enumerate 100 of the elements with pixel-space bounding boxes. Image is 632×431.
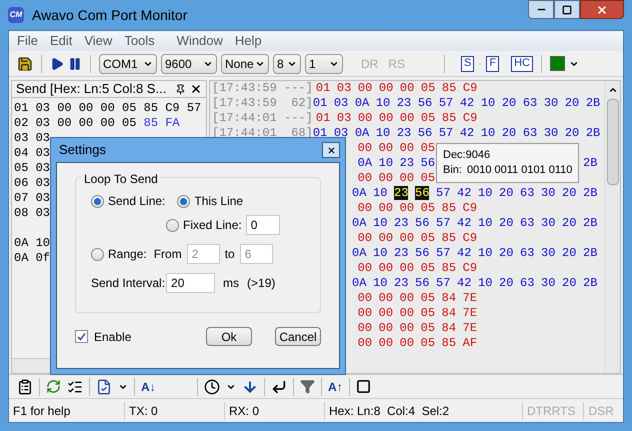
- refresh-icon[interactable]: [46, 379, 61, 394]
- hex-byte: 03: [334, 126, 348, 140]
- hex-byte: 05: [420, 141, 436, 155]
- hex-byte: 56: [415, 216, 430, 230]
- hex-byte: 00: [400, 306, 414, 320]
- range-radio[interactable]: Range:: [91, 245, 147, 263]
- minimize-button[interactable]: [528, 0, 554, 19]
- hex-byte: 57: [436, 186, 450, 200]
- hex-line: 0A 0f: [14, 251, 50, 265]
- fixed-line-radio[interactable]: Fixed Line:: [166, 216, 242, 234]
- settings-dropdown[interactable]: 9600: [161, 54, 217, 74]
- hex-byte: C9: [462, 261, 478, 275]
- menu-item[interactable]: Window: [176, 31, 223, 51]
- hex-byte: 05: [420, 111, 436, 125]
- hex-byte: 7E: [462, 321, 478, 335]
- hex-byte: 20: [562, 186, 576, 200]
- filter-icon[interactable]: [300, 379, 315, 394]
- hex-line: 0A 10: [14, 236, 50, 250]
- clock-icon[interactable]: [204, 378, 220, 394]
- sort-up-button[interactable]: A↑: [328, 378, 343, 396]
- toolbar-button[interactable]: F: [486, 56, 500, 72]
- menu-item[interactable]: View: [84, 31, 112, 51]
- fixed-line-field[interactable]: 0: [246, 215, 280, 235]
- radio-icon[interactable]: [91, 248, 104, 260]
- hex-byte: 0A: [352, 276, 366, 290]
- document-check-icon[interactable]: [96, 378, 112, 394]
- radio-icon[interactable]: [166, 218, 179, 232]
- hex-byte: 00: [400, 291, 414, 305]
- play-icon[interactable]: [50, 56, 64, 70]
- hex-byte: 05: [420, 231, 436, 245]
- timestamp: [17:44:01 ---]: [212, 111, 313, 125]
- signal-indicator: DTR: [527, 402, 552, 420]
- hex-byte: C9: [462, 231, 478, 245]
- color-swatch[interactable]: [550, 56, 565, 71]
- scrollbar[interactable]: [604, 81, 620, 373]
- radio-icon[interactable]: [91, 194, 104, 208]
- signal-indicator: RS: [388, 56, 406, 72]
- menu-item[interactable]: Edit: [50, 31, 72, 51]
- panel-title: Send [Hex: Ln:5 Col:8 S...: [16, 80, 166, 98]
- toolbar-button[interactable]: S: [461, 56, 474, 72]
- hex-byte: 00: [358, 141, 372, 155]
- toolbar-button[interactable]: HC: [511, 56, 533, 72]
- status-position: Hex: Ln:8 Col:4 Sel:2: [325, 402, 523, 420]
- settings-dropdown[interactable]: None: [221, 54, 269, 74]
- hex-byte: 0A: [352, 246, 366, 260]
- hex-byte: 56: [415, 276, 430, 290]
- close-button[interactable]: [580, 0, 624, 19]
- maximize-button[interactable]: [554, 0, 580, 19]
- interval-field[interactable]: 20: [166, 273, 216, 293]
- hex-byte: 00: [400, 336, 414, 350]
- settings-dropdown[interactable]: 1: [305, 54, 343, 74]
- dialog-button[interactable]: Ok: [206, 327, 252, 346]
- hex-byte: 00: [378, 231, 394, 245]
- hex-byte: 20: [562, 246, 576, 260]
- pin-icon[interactable]: [175, 84, 186, 94]
- menu-item[interactable]: Help: [234, 31, 262, 51]
- scroll-thumb[interactable]: [606, 99, 618, 185]
- hex-byte: 0A: [352, 186, 366, 200]
- hex-byte: 00: [378, 306, 394, 320]
- hex-byte: 20: [499, 186, 514, 200]
- dialog-button[interactable]: Cancel: [275, 327, 321, 346]
- hex-byte: 20: [502, 126, 516, 140]
- hex-byte: 10: [373, 216, 388, 230]
- close-icon[interactable]: [190, 83, 202, 95]
- hex-byte: 10: [478, 186, 492, 200]
- window-icon[interactable]: [356, 379, 371, 394]
- hex-byte: 00: [358, 261, 372, 275]
- signal-indicator: DSR: [583, 402, 614, 420]
- settings-dropdown[interactable]: COM1: [99, 54, 157, 74]
- menu-item[interactable]: File: [17, 31, 38, 51]
- hex-byte: 05: [420, 201, 436, 215]
- hex-byte: 10: [373, 246, 388, 260]
- pause-icon[interactable]: [68, 56, 82, 70]
- hex-byte: 2B: [583, 186, 598, 200]
- arrow-down-icon[interactable]: [242, 378, 258, 394]
- close-button[interactable]: [322, 142, 340, 158]
- properties-icon[interactable]: [17, 378, 33, 394]
- dec-value: 9046: [466, 149, 490, 161]
- maximize-icon: [562, 4, 572, 14]
- radio-icon[interactable]: [177, 194, 190, 208]
- hex-byte: 10: [373, 186, 388, 200]
- checkbox-icon[interactable]: [75, 330, 88, 343]
- hex-byte: 30: [541, 216, 556, 230]
- menu-item[interactable]: Tools: [124, 31, 155, 51]
- enter-icon[interactable]: [271, 378, 287, 394]
- status-help: F1 for help: [9, 402, 125, 420]
- list-icon[interactable]: [67, 378, 83, 394]
- send-line-radio[interactable]: Send Line:: [91, 192, 166, 210]
- enable-checkbox[interactable]: Enable: [75, 328, 132, 346]
- scroll-up-icon[interactable]: [608, 85, 618, 95]
- hex-byte: 57: [438, 126, 454, 140]
- hex-byte: 05: [420, 291, 436, 305]
- hex-byte: AF: [462, 336, 478, 350]
- settings-dropdown[interactable]: 8: [273, 54, 301, 74]
- hex-byte: 85: [442, 201, 456, 215]
- hex-byte: 0A: [354, 126, 370, 140]
- this-line-radio[interactable]: This Line: [177, 192, 244, 210]
- hex-byte: 00: [358, 321, 372, 335]
- save-icon[interactable]: [17, 56, 33, 72]
- sort-down-button[interactable]: A↓: [141, 378, 191, 396]
